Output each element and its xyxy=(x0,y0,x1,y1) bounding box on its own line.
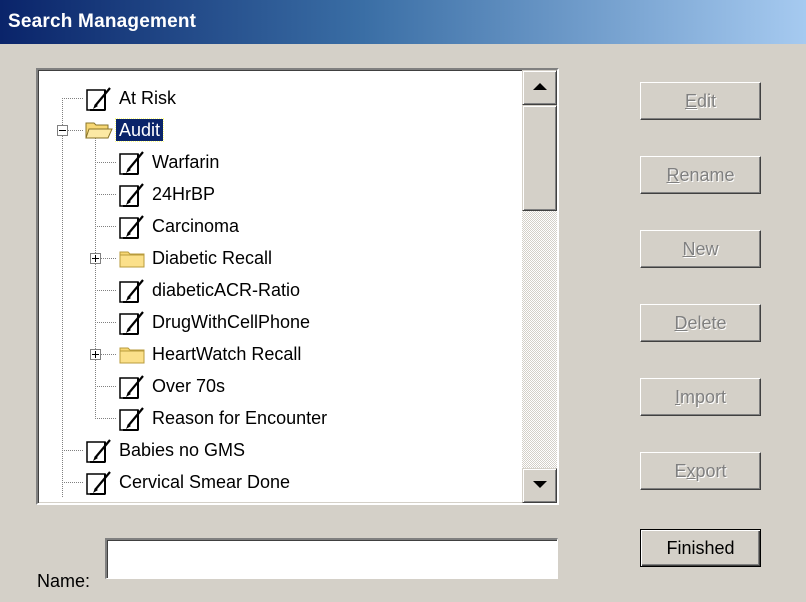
new-button[interactable]: New xyxy=(640,230,761,268)
folder-open-icon xyxy=(84,116,114,144)
tree-search-item[interactable]: 24HrBP xyxy=(117,178,218,210)
import-button[interactable]: Import xyxy=(640,378,761,416)
tree-item-label: Over 70s xyxy=(152,376,226,396)
dialog-title: Search Management xyxy=(8,11,197,32)
search-document-icon xyxy=(117,148,147,176)
access-key-underline: m xyxy=(60,571,76,591)
export-button-label: Export xyxy=(674,461,727,481)
finished-button-label: Finished xyxy=(666,538,735,558)
rename-button-label: Rename xyxy=(666,165,735,185)
tree-item-label: 24HrBP xyxy=(152,184,216,204)
tree-search-item[interactable]: Carcinoma xyxy=(117,210,242,242)
edit-button-label: Edit xyxy=(684,91,717,111)
name-field-label: Name: xyxy=(37,571,90,592)
tree-item-label: Reason for Encounter xyxy=(152,408,328,428)
expand-toggle[interactable] xyxy=(90,253,101,264)
tree-folder-item[interactable]: Audit xyxy=(84,114,165,146)
tree-folder-item[interactable]: Diabetic Recall xyxy=(117,242,275,274)
search-document-icon xyxy=(84,84,114,112)
tree-item-label: Audit xyxy=(114,118,165,142)
tree-item-label: diabeticACR-Ratio xyxy=(152,280,301,300)
rename-button[interactable]: Rename xyxy=(640,156,761,194)
arrow-up-icon xyxy=(533,83,547,90)
tree-vertical-scrollbar[interactable] xyxy=(522,70,557,503)
tree-item-label: Cervical Smear Done xyxy=(119,472,291,492)
arrow-down-icon xyxy=(533,481,547,488)
scroll-thumb[interactable] xyxy=(522,105,557,211)
tree-search-item[interactable]: Over 70s xyxy=(117,370,228,402)
search-document-icon xyxy=(117,372,147,400)
tree-item-label: HeartWatch Recall xyxy=(152,344,302,364)
tree-item-label: Babies no GMS xyxy=(119,440,246,460)
tree-item-label: At Risk xyxy=(119,88,177,108)
new-button-label: New xyxy=(682,239,719,259)
folder-closed-icon xyxy=(117,244,147,272)
search-document-icon xyxy=(84,468,114,496)
import-button-label: Import xyxy=(674,387,727,407)
tree-search-item[interactable]: Warfarin xyxy=(117,146,222,178)
tree-search-item[interactable]: Babies no GMS xyxy=(84,434,248,466)
name-input[interactable] xyxy=(105,538,558,579)
tree-search-item[interactable]: diabeticACR-Ratio xyxy=(117,274,303,306)
scroll-down-button[interactable] xyxy=(522,468,557,503)
tree-search-item[interactable]: At Risk xyxy=(84,82,179,114)
search-document-icon xyxy=(117,404,147,432)
access-key-underline: R xyxy=(666,165,680,185)
tree-item-label: Carcinoma xyxy=(152,216,240,236)
tree-search-item[interactable]: Reason for Encounter xyxy=(117,402,330,434)
finished-button[interactable]: Finished xyxy=(640,529,761,567)
search-tree[interactable]: At Risk Audit Warfarin 24HrBP Carcinoma Diabe… xyxy=(36,68,559,505)
tree-search-item[interactable]: Cervical Smear Done xyxy=(84,466,293,498)
access-key-underline: D xyxy=(674,313,688,333)
expand-toggle[interactable] xyxy=(90,349,101,360)
tree-item-label: DrugWithCellPhone xyxy=(152,312,311,332)
tree-item-label: Warfarin xyxy=(152,152,220,172)
search-document-icon xyxy=(117,308,147,336)
access-key-underline: N xyxy=(682,239,696,259)
search-document-icon xyxy=(117,180,147,208)
collapse-toggle[interactable] xyxy=(57,125,68,136)
folder-closed-icon xyxy=(117,340,147,368)
edit-button[interactable]: Edit xyxy=(640,82,761,120)
scroll-up-button[interactable] xyxy=(522,70,557,105)
access-key-underline: E xyxy=(684,91,697,111)
tree-search-item[interactable]: DrugWithCellPhone xyxy=(117,306,313,338)
name-field-label-text: Name: xyxy=(37,571,91,591)
delete-button-label: Delete xyxy=(674,313,727,333)
access-key-underline: x xyxy=(686,461,696,481)
search-document-icon xyxy=(117,212,147,240)
search-document-icon xyxy=(84,436,114,464)
tree-item-label: Diabetic Recall xyxy=(152,248,273,268)
delete-button[interactable]: Delete xyxy=(640,304,761,342)
dialog-title-bar: Search Management xyxy=(0,0,806,44)
export-button[interactable]: Export xyxy=(640,452,761,490)
search-tree-items: At Risk Audit Warfarin 24HrBP Carcinoma Diabe… xyxy=(38,70,520,503)
tree-folder-item[interactable]: HeartWatch Recall xyxy=(117,338,304,370)
search-document-icon xyxy=(117,276,147,304)
access-key-underline: I xyxy=(674,387,680,407)
